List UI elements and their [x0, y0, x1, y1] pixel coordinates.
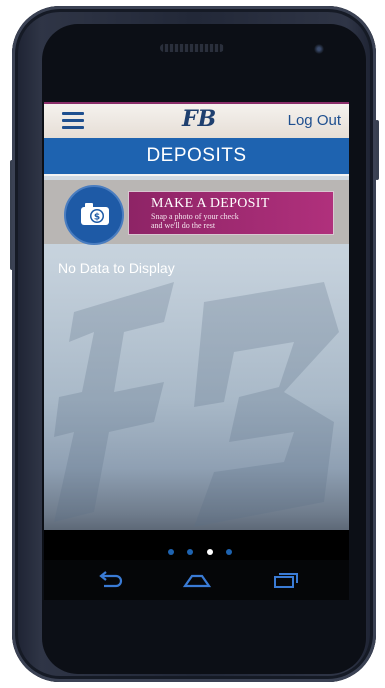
page-title: DEPOSITS — [44, 138, 349, 176]
camera-dollar-icon: $ — [81, 203, 109, 225]
make-deposit-button[interactable]: MAKE A DEPOSIT Snap a photo of your chec… — [128, 191, 334, 235]
deposit-title: MAKE A DEPOSIT — [151, 196, 270, 211]
phone-speaker — [160, 44, 224, 52]
recent-apps-icon — [274, 573, 298, 588]
menu-line-icon — [62, 112, 84, 115]
front-camera — [314, 44, 324, 54]
page-dot[interactable] — [168, 549, 174, 555]
logout-link[interactable]: Log Out — [288, 112, 341, 129]
back-button[interactable] — [94, 568, 124, 592]
hamburger-menu-button[interactable] — [62, 112, 84, 130]
deposit-subtitle-line-2: and we'll do the rest — [151, 221, 216, 230]
deposit-subtitle-line-1: Snap a photo of your check — [151, 212, 239, 221]
home-icon — [182, 574, 212, 588]
menu-line-icon — [62, 126, 84, 129]
page-indicator — [168, 542, 241, 560]
app-screen: FB Log Out DEPOSITS $ MAKE A DEPOSIT Sna… — [44, 102, 349, 560]
app-logo: FB — [182, 106, 217, 132]
watermark-logo — [54, 282, 339, 527]
page-dot-active[interactable] — [206, 549, 213, 555]
page-dot[interactable] — [187, 549, 194, 555]
make-deposit-section: $ MAKE A DEPOSIT Snap a photo of your ch… — [44, 180, 349, 245]
page-dot[interactable] — [226, 549, 233, 555]
pager-bar — [44, 530, 349, 560]
system-navigation-bar — [44, 560, 349, 600]
svg-text:$: $ — [94, 213, 100, 223]
deposit-subtitle: Snap a photo of your check and we'll do … — [151, 212, 321, 230]
recent-apps-button[interactable] — [270, 568, 300, 592]
empty-state-message: No Data to Display — [58, 260, 175, 276]
camera-deposit-button[interactable]: $ — [64, 185, 124, 245]
home-button[interactable] — [182, 568, 212, 592]
back-icon — [99, 571, 123, 588]
app-header: FB Log Out — [44, 102, 349, 138]
menu-line-icon — [62, 119, 84, 122]
